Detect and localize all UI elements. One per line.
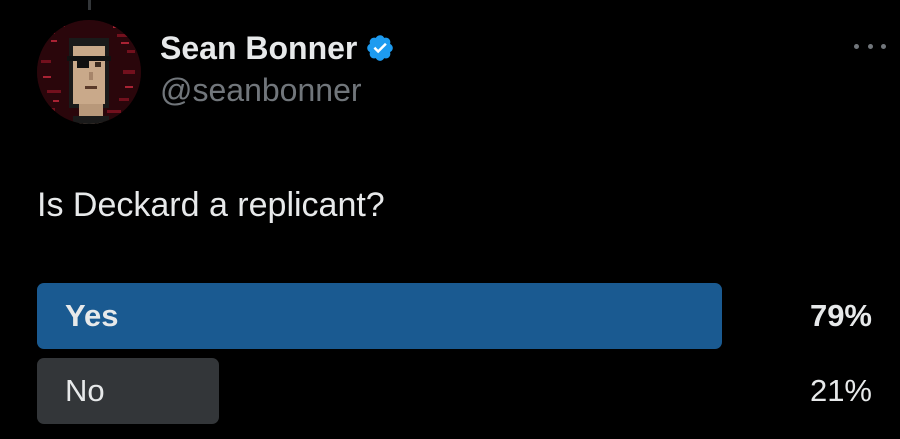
poll-option-no-percent: 21%: [809, 373, 872, 408]
author-handle[interactable]: @seanbonner: [160, 72, 362, 109]
poll-option-yes-bar: [37, 283, 722, 349]
poll-option-no: No 21%: [37, 358, 872, 424]
poll: Yes 79% No 21%: [37, 283, 872, 433]
author-display-name[interactable]: Sean Bonner: [160, 30, 357, 67]
cryptopunk-avatar-icon: [37, 20, 141, 124]
tweet-text: Is Deckard a replicant?: [37, 186, 385, 224]
thread-connector-line: [88, 0, 91, 10]
poll-option-yes: Yes 79%: [37, 283, 872, 349]
verified-badge-icon[interactable]: [365, 33, 395, 63]
poll-option-no-label: No: [65, 373, 105, 408]
author-name-row: Sean Bonner: [160, 26, 395, 70]
avatar[interactable]: [37, 20, 141, 124]
poll-option-yes-label: Yes: [65, 298, 119, 333]
more-options-icon[interactable]: [854, 38, 886, 54]
poll-option-yes-percent: 79%: [809, 298, 872, 333]
